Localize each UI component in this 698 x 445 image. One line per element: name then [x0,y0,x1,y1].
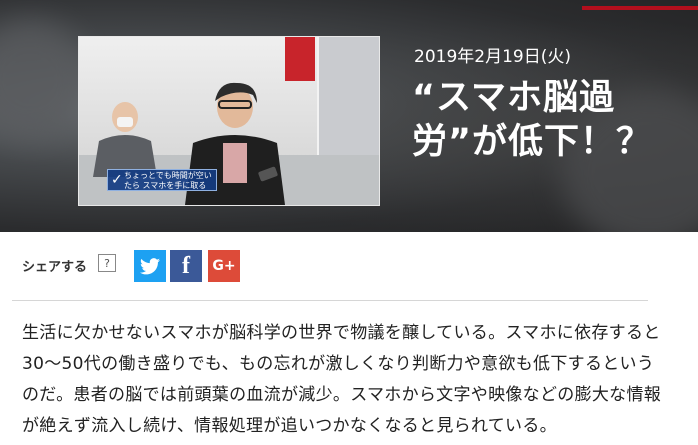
divider [12,300,648,301]
blurred-background [0,20,90,140]
accent-bar [582,6,698,10]
article-date: 2019年2月19日(火) [414,47,571,67]
facebook-share-button[interactable]: f [170,250,202,282]
facebook-f-icon: f [182,252,190,279]
article-hero: ✓ ちょっとでも時間が空いたら スマホを手に取る 2019年2月19日(火) “… [0,0,698,232]
check-icon: ✓ [111,172,123,188]
google-plus-icon: G+ [212,258,236,274]
twitter-bird-icon [140,257,160,274]
article-body: 生活に欠かせないスマホが脳科学の世界で物議を醸している。スマホに依存すると30～… [22,323,662,436]
share-help-button[interactable]: ? [98,254,116,272]
article-thumbnail[interactable]: ✓ ちょっとでも時間が空いたら スマホを手に取る [78,36,380,206]
thumbnail-person-left [93,102,157,177]
thumbnail-caption-text: ちょっとでも時間が空いたら スマホを手に取る [124,171,212,190]
thumbnail-poster [285,37,315,81]
share-label: シェアする [22,260,88,275]
article-title: “スマホ脳過労”が低下！？ [412,78,653,162]
twitter-share-button[interactable] [134,250,166,282]
thumbnail-caption: ✓ ちょっとでも時間が空いたら スマホを手に取る [107,169,217,191]
google-plus-share-button[interactable]: G+ [208,250,240,282]
